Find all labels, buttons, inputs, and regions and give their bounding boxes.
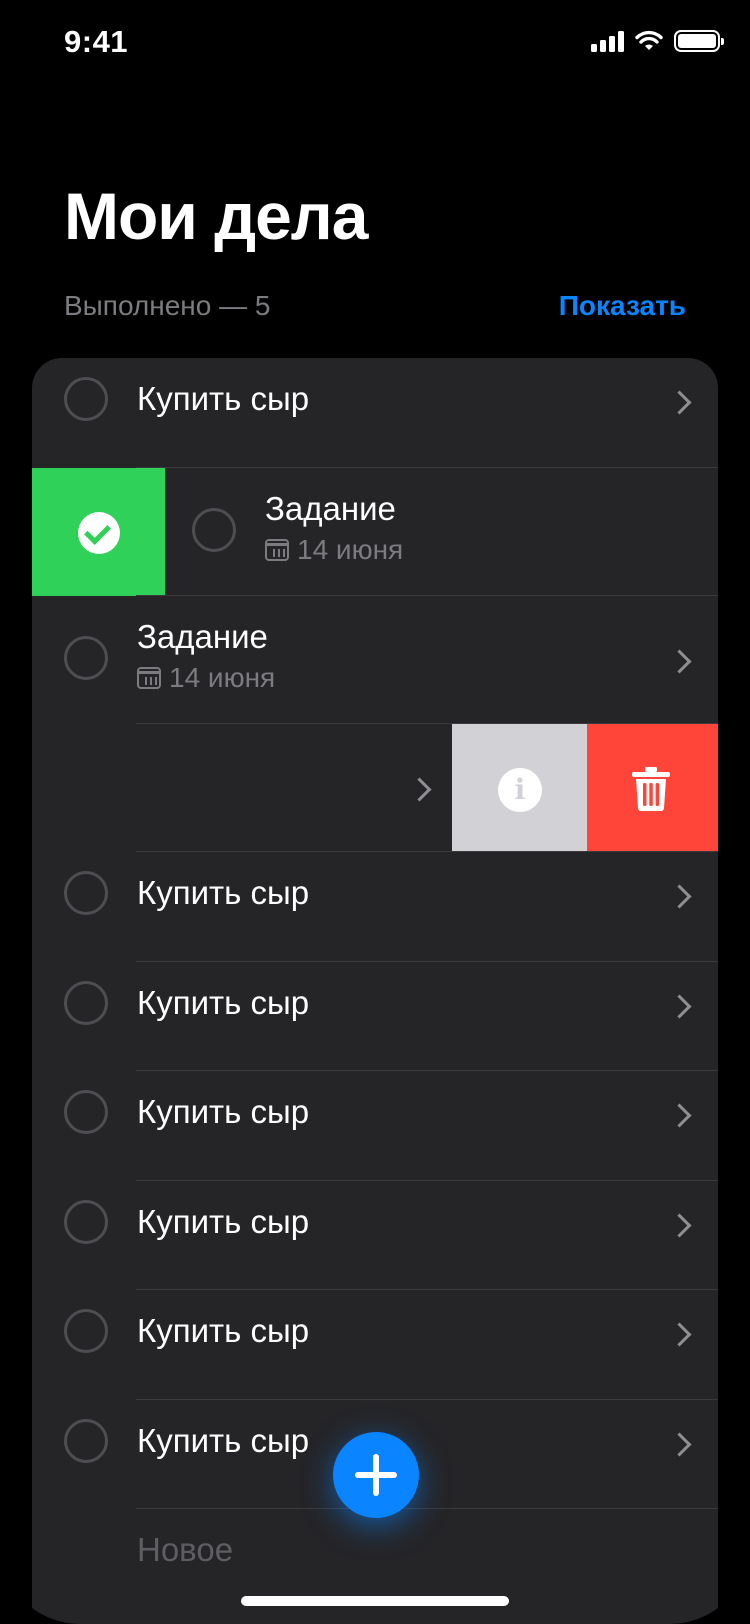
task-date: 14 июня [265, 534, 403, 566]
task-label: Купить сыр [137, 1203, 310, 1240]
checkmark-circle-icon [78, 512, 120, 554]
chevron-right-icon[interactable] [667, 390, 692, 415]
wifi-icon [635, 30, 663, 50]
home-indicator [241, 1596, 509, 1606]
chevron-right-icon[interactable] [667, 1432, 692, 1457]
completed-count: Выполнено — 5 [64, 290, 271, 321]
chevron-right-icon[interactable] [667, 884, 692, 909]
task-row[interactable]: Купить сыр [32, 1071, 718, 1181]
chevron-right-icon[interactable] [667, 1103, 692, 1128]
task-date-text: 14 июня [169, 662, 276, 693]
show-completed-button[interactable]: Показать [559, 290, 686, 322]
info-action-button[interactable]: i [452, 724, 587, 852]
task-row-swiped[interactable]: i [32, 724, 718, 852]
task-checkbox[interactable] [64, 377, 108, 421]
task-checkbox[interactable] [64, 1419, 108, 1463]
task-label: Купить сыр [137, 984, 310, 1021]
complete-action-button[interactable] [32, 468, 165, 596]
task-checkbox[interactable] [64, 1200, 108, 1244]
task-row[interactable]: Купить сыр [32, 1290, 718, 1400]
chevron-right-icon[interactable] [407, 777, 432, 802]
task-row[interactable]: Купить сыр [32, 962, 718, 1071]
status-time: 9:41 [64, 24, 129, 59]
task-label: Купить сыр [137, 874, 310, 911]
task-row[interactable]: Купить сыр [32, 852, 718, 962]
task-row[interactable]: Купить сыр [32, 1181, 718, 1290]
task-label: Задание [265, 490, 396, 527]
task-row[interactable]: Задание 14 июня [32, 596, 718, 724]
calendar-icon [265, 539, 289, 561]
status-icons [591, 30, 724, 52]
task-label: Задание [137, 618, 268, 655]
add-task-button[interactable] [333, 1432, 419, 1518]
task-date-text: 14 июня [297, 534, 404, 565]
task-checkbox[interactable] [64, 636, 108, 680]
chevron-right-icon[interactable] [667, 649, 692, 674]
task-label: Купить сыр [137, 380, 310, 417]
task-row-swiped[interactable]: Задание 14 июня [32, 468, 718, 596]
task-checkbox[interactable] [64, 981, 108, 1025]
chevron-right-icon[interactable] [667, 994, 692, 1019]
calendar-icon [137, 667, 161, 689]
chevron-right-icon[interactable] [667, 1213, 692, 1238]
info-icon: i [498, 768, 542, 812]
page-title: Мои дела [64, 179, 368, 253]
phone-screen: 9:41 Мои дела Выполнено — 5 Показать Куп… [0, 0, 750, 1624]
cellular-signal-icon [591, 30, 624, 52]
chevron-right-icon[interactable] [667, 1322, 692, 1347]
task-checkbox[interactable] [64, 871, 108, 915]
task-checkbox[interactable] [192, 508, 236, 552]
new-task-input[interactable]: Новое [137, 1531, 233, 1569]
task-row[interactable]: Купить сыр [32, 358, 718, 468]
trash-icon [632, 767, 670, 811]
delete-action-button[interactable] [587, 724, 718, 852]
task-checkbox[interactable] [64, 1309, 108, 1353]
task-label: Купить сыр [137, 1312, 310, 1349]
task-label: Купить сыр [137, 1422, 310, 1459]
task-checkbox[interactable] [64, 1090, 108, 1134]
task-date: 14 июня [137, 662, 275, 694]
battery-icon [674, 30, 724, 52]
task-label: Купить сыр [137, 1093, 310, 1130]
